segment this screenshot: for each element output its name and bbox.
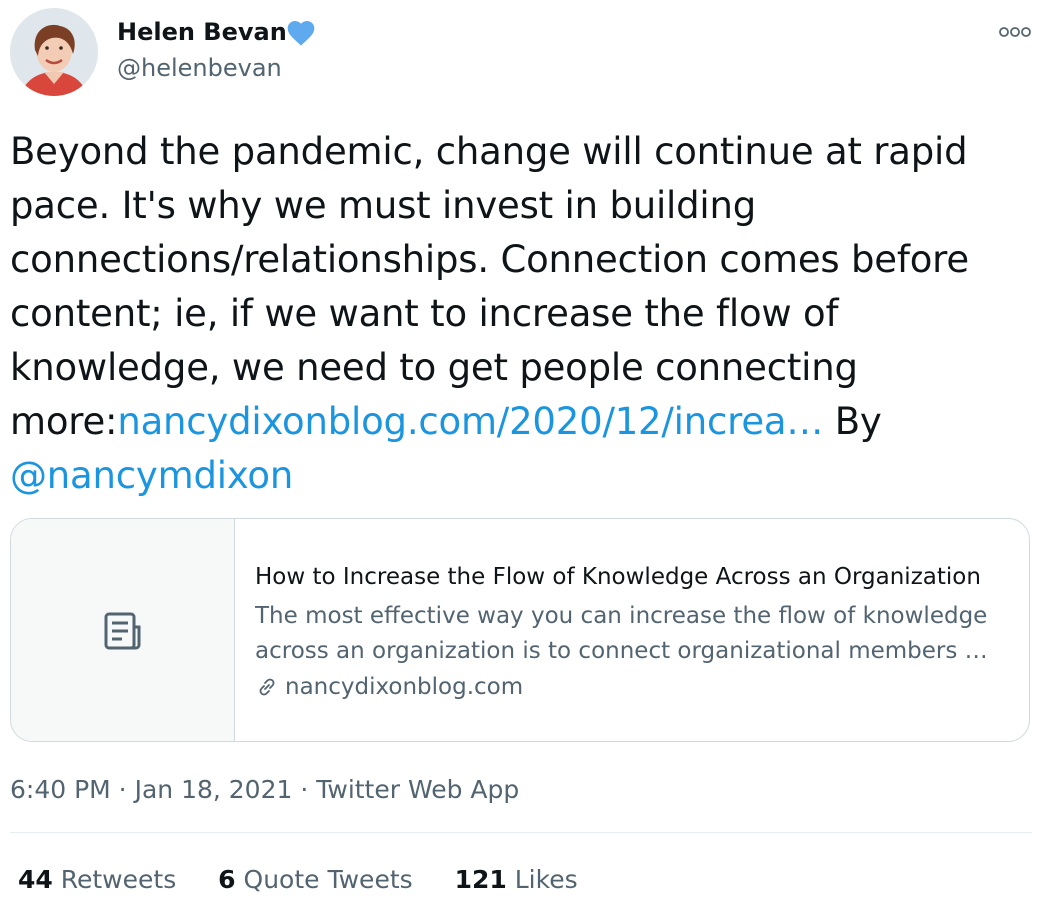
verified-heart-icon: [287, 21, 315, 46]
tweet-text-line: pace. It's why we must invest in buildin…: [10, 184, 757, 227]
avatar[interactable]: [10, 8, 98, 96]
likes-count: 121: [454, 865, 507, 894]
meta-separator: ·: [110, 775, 135, 804]
tweet-text-line: knowledge, we need to get people connect…: [10, 346, 858, 389]
article-link[interactable]: nancydixonblog.com/2020/12/increa…: [117, 400, 823, 443]
likes-stat[interactable]: 121 Likes: [455, 862, 578, 898]
mention-link[interactable]: @nancymdixon: [10, 454, 293, 497]
link-preview-card[interactable]: How to Increase the Flow of Knowledge Ac…: [10, 518, 1030, 742]
tweet-source[interactable]: Twitter Web App: [316, 775, 519, 804]
tweet-stats: 44 Retweets 6 Quote Tweets 121 Likes: [18, 862, 612, 898]
link-icon: [259, 678, 275, 696]
meta-separator: ·: [292, 775, 317, 804]
quotes-label: Quote Tweets: [243, 865, 413, 894]
tweet-text-line: Beyond the pandemic, change will continu…: [10, 130, 968, 173]
quotes-count: 6: [218, 865, 236, 894]
quote-tweets-stat[interactable]: 6 Quote Tweets: [218, 862, 412, 898]
retweets-stat[interactable]: 44 Retweets: [18, 862, 176, 898]
divider: [10, 832, 1032, 833]
likes-label: Likes: [514, 865, 578, 894]
card-domain: nancydixonblog.com: [255, 671, 523, 703]
tweet-text-line-links: more:nancydixonblog.com/2020/12/increa… …: [10, 395, 1030, 449]
card-description-line: The most effective way you can increase …: [255, 603, 988, 629]
tweet-text: Beyond the pandemic, change will continu…: [10, 125, 1030, 503]
tweet-date[interactable]: Jan 18, 2021: [135, 775, 293, 804]
tweet-time[interactable]: 6:40 PM: [10, 775, 111, 804]
card-description: The most effective way you can increase …: [255, 599, 1015, 669]
card-thumbnail: [11, 519, 235, 741]
more-options-icon[interactable]: [998, 22, 1032, 42]
tweet-meta: 6:40 PM · Jan 18, 2021 · Twitter Web App: [10, 772, 519, 808]
retweets-count: 44: [18, 865, 53, 894]
avatar-image: [10, 8, 98, 96]
card-description-line: across an organization is to connect org…: [255, 638, 988, 664]
tweet-text-prefix: more:: [10, 400, 118, 443]
tweet-text-line: content; ie, if we want to increase the …: [10, 292, 839, 335]
tweet-text-by: By: [823, 400, 882, 443]
article-icon: [104, 612, 141, 650]
author-name[interactable]: Helen Bevan: [117, 16, 287, 48]
card-title: How to Increase the Flow of Knowledge Ac…: [255, 564, 981, 590]
retweets-label: Retweets: [60, 865, 177, 894]
card-domain-text: nancydixonblog.com: [285, 674, 524, 700]
author-handle[interactable]: @helenbevan: [117, 52, 282, 84]
tweet-text-line: connections/relationships. Connection co…: [10, 238, 969, 281]
